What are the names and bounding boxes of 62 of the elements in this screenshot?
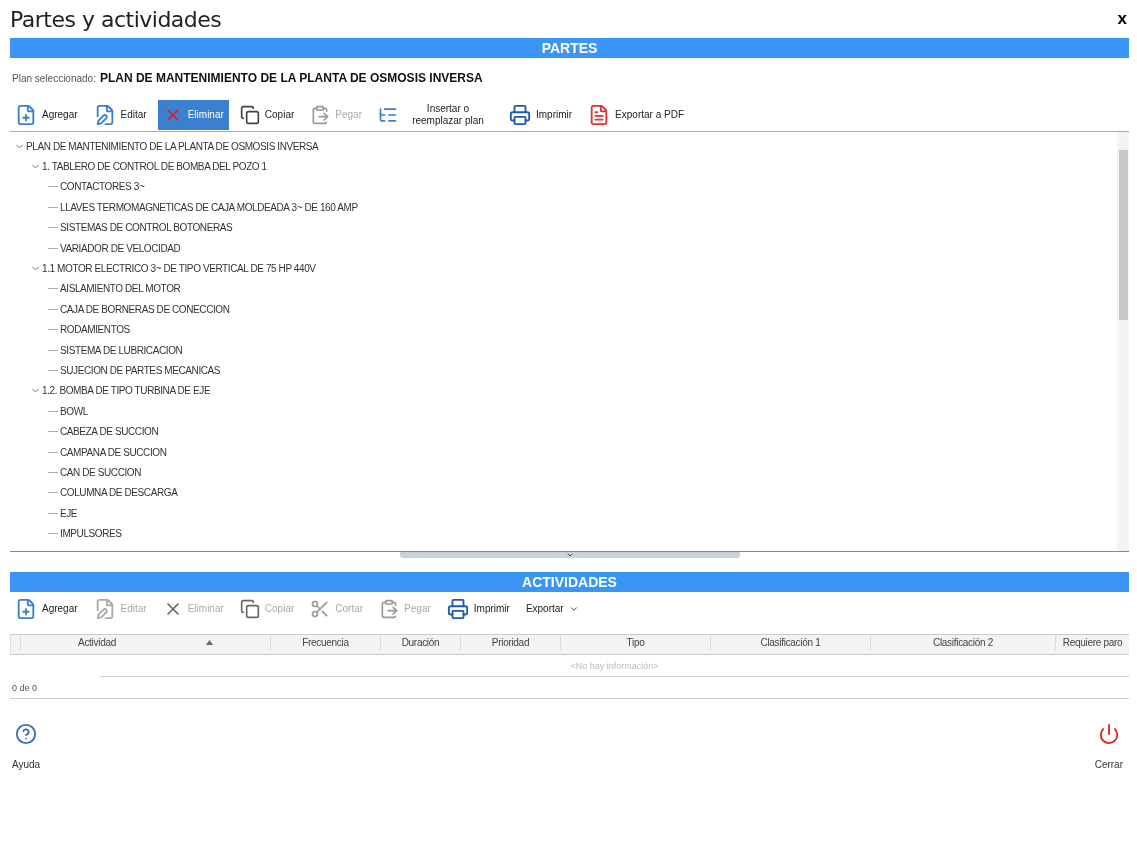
- tree-item[interactable]: AISLAMIENTO DEL MOTOR: [60, 283, 181, 295]
- plan-name: PLAN DE MANTENIMIENTO DE LA PLANTA DE OSMOSIS INVERSA: [99, 71, 483, 85]
- close-button[interactable]: x: [1115, 9, 1129, 29]
- tree-item[interactable]: RODAMIENTOS: [60, 324, 130, 336]
- toolbar-button[interactable]: Imprimir: [441, 594, 515, 624]
- close-button[interactable]: Cerrar: [1094, 723, 1123, 770]
- tree-item[interactable]: CABEZA DE SUCCION: [60, 426, 159, 438]
- pager-label: 0 de 0: [10, 677, 1129, 699]
- printer-icon: [446, 598, 469, 620]
- copy-icon: [239, 104, 260, 125]
- tree-item[interactable]: IMPULSORES: [60, 528, 122, 540]
- tree-item[interactable]: 1.1 MOTOR ELECTRICO 3~ DE TIPO VERTICAL DE 75 HP 440V: [42, 263, 316, 275]
- column-header[interactable]: Duración: [380, 635, 460, 650]
- tree-item[interactable]: 1. TABLERO DE CONTROL DE BOMBA DEL POZO 1: [42, 161, 267, 173]
- toolbar-button[interactable]: Copiar: [234, 99, 300, 130]
- scrollbar[interactable]: [1117, 132, 1129, 551]
- splitter-handle[interactable]: [399, 552, 740, 558]
- tree-item[interactable]: COLUMNA DE DESCARGA: [60, 487, 178, 499]
- column-header[interactable]: Tipo: [560, 635, 710, 650]
- toolbar-button[interactable]: Agregar: [10, 99, 83, 130]
- tree-item[interactable]: SUJECION DE PARTES MECANICAS: [60, 365, 221, 376]
- help-icon: [15, 723, 38, 745]
- tree-item[interactable]: CAN DE SUCCION: [60, 466, 142, 478]
- toolbar-button[interactable]: Editar: [88, 99, 152, 130]
- section-header: ACTIVIDADES: [10, 572, 1129, 592]
- toolbar-button[interactable]: Insertar o reemplazar plan: [373, 99, 498, 130]
- toolbar-button[interactable]: Eliminar: [157, 99, 229, 130]
- toolbar-button[interactable]: Agregar: [10, 594, 83, 624]
- tree-item[interactable]: CAMPANA DE SUCCION: [60, 446, 167, 458]
- column-header[interactable]: Actividad: [20, 635, 270, 650]
- toolbar-button[interactable]: Imprimir: [504, 99, 578, 130]
- column-header[interactable]: Clasificación 1: [710, 635, 870, 650]
- toolbar-button[interactable]: Exportar a PDF: [583, 99, 689, 130]
- column-header[interactable]: Frecuencia: [270, 635, 380, 650]
- tree-item[interactable]: CAJA DE BORNERAS DE CONECCION: [60, 303, 230, 315]
- section-header: PARTES: [10, 38, 1129, 58]
- tree-item[interactable]: SISTEMA DE LUBRICACION: [60, 344, 183, 356]
- paste-icon: [379, 599, 400, 619]
- window-title: Partes y actividades: [10, 6, 222, 32]
- column-header[interactable]: Clasificación 2: [870, 635, 1055, 650]
- plan-label: Plan seleccionado:: [12, 72, 96, 84]
- tree-item[interactable]: SISTEMAS DE CONTROL BOTONERAS: [60, 222, 233, 234]
- tree-item[interactable]: EJE: [60, 507, 78, 519]
- help-button[interactable]: Ayuda: [12, 723, 41, 770]
- tree-item[interactable]: CONTACTORES 3~: [60, 181, 145, 193]
- add-file-icon: [15, 598, 37, 620]
- paste-icon: [310, 104, 331, 125]
- column-header[interactable]: Prioridad: [460, 635, 560, 650]
- tree-item[interactable]: PLAN DE MANTENIMIENTO DE LA PLANTA DE OSMOSIS INVERSA: [26, 140, 319, 152]
- tree-item[interactable]: BOWL: [60, 405, 88, 417]
- printer-icon: [509, 103, 531, 126]
- dropdown-button[interactable]: Exportar: [520, 594, 584, 624]
- tree-item[interactable]: 1.2. BOMBA DE TIPO TURBINA DE EJE: [42, 385, 211, 397]
- sort-arrow-icon: [205, 640, 213, 645]
- tree-item[interactable]: VARIADOR DE VELOCIDAD: [60, 242, 181, 254]
- empty-message: <No hay información>: [100, 655, 1129, 677]
- power-icon: [1097, 723, 1120, 745]
- tree-item[interactable]: LLAVES TERMOMAGNETICAS DE CAJA MOLDEADA 3~ DE 160 AMP: [60, 201, 358, 213]
- column-header[interactable]: Requiere paro: [1055, 635, 1129, 650]
- add-file-icon: [15, 103, 37, 126]
- caret-icon: [568, 604, 579, 614]
- copy-icon: [239, 599, 260, 619]
